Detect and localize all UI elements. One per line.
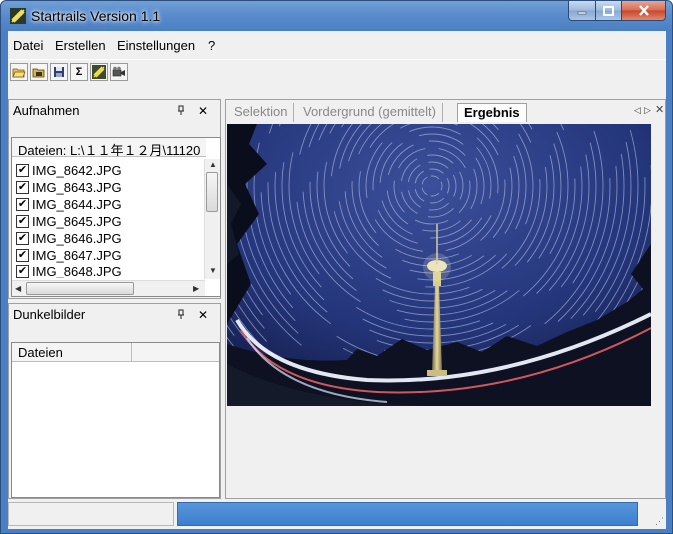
aufnahmen-file-list[interactable]: Dateien: L:\１１年１２月\11120 ✔ IMG_8642.JPG ✔… (11, 137, 221, 297)
scroll-up-icon[interactable]: ▲ (209, 160, 217, 169)
result-image (227, 124, 651, 406)
close-icon (638, 5, 649, 16)
menu-help[interactable]: ? (208, 38, 215, 53)
file-name: IMG_8644.JPG (32, 197, 122, 212)
file-name: IMG_8645.JPG (32, 214, 122, 229)
file-row[interactable]: ✔ IMG_8644.JPG (16, 196, 122, 213)
file-checkbox[interactable]: ✔ (16, 264, 29, 278)
save-icon (54, 67, 64, 77)
sum-button[interactable]: Σ (70, 63, 88, 81)
tab-ergebnis[interactable]: Ergebnis (457, 103, 527, 122)
file-row[interactable]: ✔ IMG_8648.JPG (16, 264, 122, 278)
app-window: Startrails Version 1.1 Datei Erstellen E… (0, 0, 673, 534)
startrails-photo (227, 124, 651, 406)
video-button[interactable] (110, 63, 128, 81)
status-bar: ⋰ (8, 501, 666, 529)
menu-einstellungen[interactable]: Einstellungen (117, 38, 195, 53)
file-checkbox[interactable]: ✔ (16, 215, 29, 228)
startrails-app-icon (10, 8, 26, 24)
file-name: IMG_8648.JPG (32, 264, 122, 278)
sum-icon: Σ (75, 66, 83, 78)
scroll-down-icon[interactable]: ▼ (209, 266, 217, 275)
panel-close-icon[interactable]: ✕ (198, 308, 208, 322)
build-startrails-button[interactable] (90, 63, 108, 81)
file-name: IMG_8646.JPG (32, 231, 122, 246)
scroll-left-icon[interactable]: ◀ (15, 284, 21, 293)
aufnahmen-title: Aufnahmen (13, 103, 80, 118)
open-darkframes-icon (32, 68, 45, 78)
aufnahmen-column-header[interactable]: Dateien: L:\１１年１２月\11120 (12, 138, 206, 157)
scroll-right-icon[interactable]: ▶ (193, 284, 199, 293)
status-text-pane (8, 502, 174, 526)
maximize-icon (603, 5, 614, 16)
document-area: Selektion Vordergrund (gemittelt) Ergebn… (225, 99, 666, 499)
horizontal-scrollbar[interactable]: ◀ ▶ (12, 280, 205, 296)
tab-strip: Selektion Vordergrund (gemittelt) Ergebn… (226, 100, 665, 122)
tab-scroll-right-icon[interactable]: ▷ (644, 105, 651, 116)
horizontal-scroll-thumb[interactable] (26, 282, 134, 295)
startrails-build-icon (92, 65, 106, 79)
file-checkbox[interactable]: ✔ (16, 164, 29, 177)
file-row[interactable]: ✔ IMG_8645.JPG (16, 213, 122, 230)
file-checkbox[interactable]: ✔ (16, 249, 29, 262)
tab-vordergrund[interactable]: Vordergrund (gemittelt) (297, 103, 443, 122)
progress-bar (177, 502, 638, 526)
file-name: IMG_8643.JPG (32, 180, 122, 195)
dunkelbilder-title: Dunkelbilder (13, 307, 86, 322)
tab-selektion[interactable]: Selektion (228, 103, 295, 122)
save-button[interactable] (50, 63, 68, 81)
minimize-icon (577, 11, 587, 14)
title-bar[interactable]: Startrails Version 1.1 (1, 1, 672, 31)
menu-erstellen[interactable]: Erstellen (55, 38, 106, 53)
resize-grip-icon[interactable]: ⋰ (655, 516, 664, 527)
window-title: Startrails Version 1.1 (31, 8, 161, 24)
file-checkbox[interactable]: ✔ (16, 181, 29, 194)
dunkelbilder-file-list[interactable]: Dateien (11, 342, 220, 498)
dunkelbilder-column-header-empty[interactable] (132, 343, 219, 362)
menu-datei[interactable]: Datei (13, 38, 43, 53)
dunkelbilder-panel: Dunkelbilder ✕ Dateien (8, 303, 221, 499)
panel-close-icon[interactable]: ✕ (198, 104, 208, 118)
maximize-button[interactable] (596, 1, 622, 21)
pin-icon[interactable] (177, 105, 185, 118)
tab-close-icon[interactable]: ✕ (655, 103, 664, 116)
pin-icon[interactable] (177, 309, 185, 322)
dunkelbilder-column-header[interactable]: Dateien (12, 343, 132, 362)
open-darkframes-button[interactable] (30, 63, 48, 81)
close-button[interactable] (622, 1, 666, 21)
tab-scroll-left-icon[interactable]: ◁ (634, 105, 641, 116)
aufnahmen-panel-header: Aufnahmen ✕ (9, 100, 220, 124)
vertical-scrollbar[interactable]: ▲ ▼ (204, 159, 220, 279)
client-area: Datei Erstellen Einstellungen ? Σ Aufnah… (8, 31, 666, 529)
file-name: IMG_8642.JPG (32, 163, 122, 178)
file-name: IMG_8647.JPG (32, 248, 122, 263)
vertical-scroll-thumb[interactable] (206, 172, 218, 212)
open-folder-icon (12, 68, 26, 78)
file-row[interactable]: ✔ IMG_8642.JPG (16, 162, 122, 179)
menu-bar: Datei Erstellen Einstellungen ? (8, 31, 666, 59)
file-row[interactable]: ✔ IMG_8647.JPG (16, 247, 122, 264)
file-row[interactable]: ✔ IMG_8643.JPG (16, 179, 122, 196)
dunkelbilder-panel-header: Dunkelbilder ✕ (9, 304, 220, 328)
file-checkbox[interactable]: ✔ (16, 198, 29, 211)
aufnahmen-panel: Aufnahmen ✕ Dateien: L:\１１年１２月\11120 ✔ IM… (8, 99, 221, 299)
video-icon (112, 66, 125, 77)
minimize-button[interactable] (568, 1, 596, 21)
file-checkbox[interactable]: ✔ (16, 232, 29, 245)
open-button[interactable] (10, 63, 28, 81)
file-row[interactable]: ✔ IMG_8646.JPG (16, 230, 122, 247)
toolbar: Σ (8, 59, 666, 85)
